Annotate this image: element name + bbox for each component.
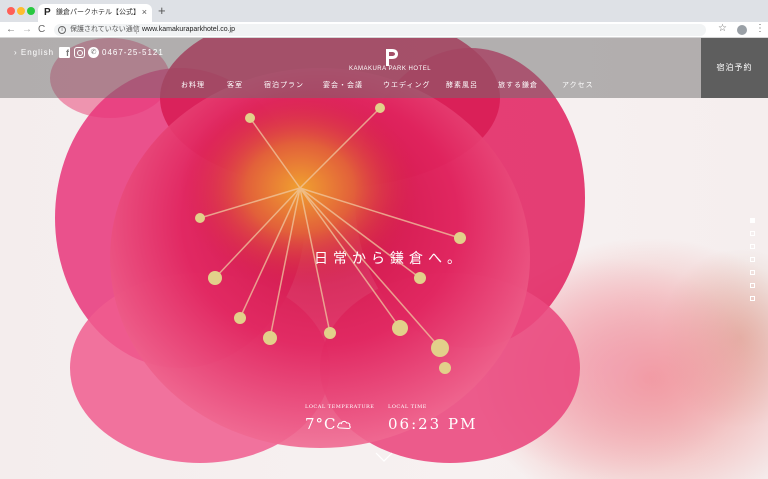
- url-text[interactable]: www.kamakuraparkhotel.co.jp: [142, 25, 235, 35]
- slide-dot-7[interactable]: [750, 296, 755, 301]
- slide-dot-1[interactable]: [750, 218, 755, 223]
- nav-travel-kamakura[interactable]: 旅する鎌倉: [498, 81, 538, 90]
- nav-plans[interactable]: 宿泊プラン: [264, 81, 304, 90]
- temperature-value: 7°C: [305, 415, 337, 433]
- english-link[interactable]: › English: [14, 48, 54, 58]
- phone-number[interactable]: 0467-25-5121: [102, 48, 164, 58]
- nav-banquet[interactable]: 宴会・会議: [323, 81, 363, 90]
- bookmark-star-icon[interactable]: ☆: [718, 23, 727, 35]
- slide-dot-2[interactable]: [750, 231, 755, 236]
- forward-button[interactable]: →: [22, 24, 32, 36]
- local-time-value: 06:23 PM: [388, 415, 478, 433]
- browser-tab-bar: P 鎌倉パークホテル【公式】| KAMAKURA PARK HOTEL × +: [0, 0, 768, 22]
- slide-dot-3[interactable]: [750, 244, 755, 249]
- browser-toolbar: ← → C i 保護されていない通信 www.kamakuraparkhotel…: [0, 22, 768, 38]
- local-time-label: LOCAL TIME: [388, 404, 427, 410]
- security-status[interactable]: 保護されていない通信: [70, 25, 140, 35]
- reservation-button[interactable]: 宿泊予約: [701, 38, 768, 98]
- phone-icon[interactable]: ✆: [88, 47, 99, 58]
- site-header: › English f ✆ 0467-25-5121 KAMAKURA PARK…: [0, 38, 701, 98]
- browser-tab[interactable]: P 鎌倉パークホテル【公式】| KAMAKURA PARK HOTEL ×: [38, 4, 152, 22]
- new-tab-button[interactable]: +: [158, 4, 166, 18]
- zoom-window-button[interactable]: [27, 7, 35, 15]
- profile-avatar-icon[interactable]: [737, 25, 747, 35]
- temperature-label: LOCAL TEMPERATURE: [305, 404, 375, 410]
- nav-access[interactable]: アクセス: [562, 81, 594, 90]
- nav-wedding[interactable]: ウエディング: [383, 81, 431, 90]
- reservation-label: 宿泊予約: [716, 63, 753, 72]
- tab-title: 鎌倉パークホテル【公式】| KAMAKURA PARK HOTEL: [56, 9, 136, 16]
- browser-menu-icon[interactable]: ⋮: [755, 23, 765, 35]
- facebook-icon[interactable]: f: [59, 47, 70, 58]
- logo-text[interactable]: KAMAKURA PARK HOTEL: [338, 65, 442, 73]
- slide-pager: [750, 218, 756, 309]
- back-button[interactable]: ←: [6, 24, 16, 36]
- tab-close-icon[interactable]: ×: [142, 7, 147, 17]
- nav-enzyme-bath[interactable]: 酵素風呂: [446, 81, 478, 90]
- info-icon[interactable]: i: [58, 26, 66, 34]
- address-bar[interactable]: i 保護されていない通信 www.kamakuraparkhotel.co.jp: [54, 24, 706, 36]
- nav-cuisine[interactable]: お料理: [181, 81, 205, 90]
- slide-dot-6[interactable]: [750, 283, 755, 288]
- reload-button[interactable]: C: [38, 24, 45, 36]
- slide-dot-4[interactable]: [750, 257, 755, 262]
- hero-catchcopy: 日常から鎌倉へ。: [314, 251, 466, 267]
- chevron-down-icon[interactable]: [375, 452, 393, 462]
- minimize-window-button[interactable]: [17, 7, 25, 15]
- favicon-icon: P: [44, 7, 51, 18]
- nav-rooms[interactable]: 客室: [227, 81, 243, 90]
- slide-dot-5[interactable]: [750, 270, 755, 275]
- cloud-icon: [337, 420, 351, 430]
- address-divider: [136, 26, 137, 34]
- hotel-logo-icon[interactable]: [380, 47, 400, 67]
- instagram-icon[interactable]: [74, 47, 85, 58]
- close-window-button[interactable]: [7, 7, 15, 15]
